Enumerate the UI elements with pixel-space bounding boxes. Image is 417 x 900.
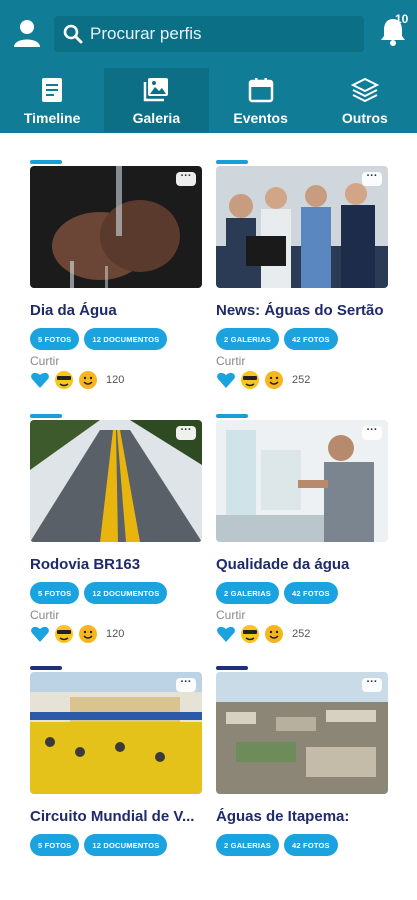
card-accent (216, 160, 248, 164)
card-tags: 5 FOTOS 12 DOCUMENTOS (30, 834, 168, 856)
tag-pill[interactable]: 2 GALERIAS (216, 328, 280, 350)
tab-label: Eventos (233, 110, 288, 126)
search-icon (63, 24, 83, 44)
card-title[interactable]: Dia da Água (30, 302, 202, 319)
more-options-button[interactable]: ··· (362, 425, 382, 440)
tag-pill[interactable]: 2 GALERIAS (216, 582, 280, 604)
cool-face-icon[interactable] (54, 370, 74, 390)
card-title[interactable]: Águas de Itapema: (216, 808, 388, 825)
calendar-icon (248, 78, 273, 103)
tag-pill[interactable]: 2 GALERIAS (216, 834, 280, 856)
like-label[interactable]: Curtir (216, 608, 245, 622)
more-options-button[interactable]: ··· (362, 171, 382, 186)
user-icon[interactable] (12, 18, 42, 48)
reactions-row: 120 (30, 624, 124, 644)
smile-face-icon[interactable] (78, 370, 98, 390)
card-tags: 5 FOTOS 12 DOCUMENTOS (30, 582, 168, 604)
cool-face-icon[interactable] (240, 624, 260, 644)
tag-pill[interactable]: 12 DOCUMENTOS (84, 582, 168, 604)
tag-pill[interactable]: 12 DOCUMENTOS (84, 834, 168, 856)
like-label[interactable]: Curtir (216, 354, 245, 368)
card-tags: 2 GALERIAS 42 FOTOS (216, 328, 338, 350)
card-photo[interactable]: ··· (30, 672, 202, 794)
reaction-count: 120 (106, 374, 125, 386)
smile-face-icon[interactable] (264, 624, 284, 644)
more-options-button[interactable]: ··· (362, 677, 382, 692)
tag-pill[interactable]: 5 FOTOS (30, 328, 80, 350)
card-title[interactable]: Circuito Mundial de V... (30, 808, 202, 825)
heart-icon[interactable] (216, 370, 236, 390)
smile-face-icon[interactable] (78, 624, 98, 644)
card-photo[interactable]: ··· (216, 420, 388, 542)
reactions-row: 252 (216, 624, 310, 644)
tab-label: Outros (341, 110, 388, 126)
reactions-row: 252 (216, 370, 310, 390)
like-label[interactable]: Curtir (30, 354, 59, 368)
card-photo[interactable]: ··· (216, 166, 388, 288)
card-accent (30, 160, 62, 164)
tag-pill[interactable]: 42 FOTOS (284, 582, 338, 604)
tag-pill[interactable]: 5 FOTOS (30, 582, 80, 604)
document-icon (42, 78, 63, 102)
tab-label: Timeline (23, 110, 81, 126)
image-icon (144, 78, 169, 102)
card-tags: 5 FOTOS 12 DOCUMENTOS (30, 328, 168, 350)
heart-icon[interactable] (30, 624, 50, 644)
more-options-button[interactable]: ··· (176, 425, 196, 440)
card-accent (30, 414, 62, 418)
tab-eventos[interactable]: Eventos (209, 68, 313, 132)
card-accent (30, 666, 62, 670)
reaction-count: 120 (106, 628, 125, 640)
card-tags: 2 GALERIAS 42 FOTOS (216, 834, 338, 856)
tag-pill[interactable]: 42 FOTOS (284, 834, 338, 856)
tab-bar: Timeline Galeria Eventos Outros (0, 68, 417, 132)
tab-timeline[interactable]: Timeline (0, 68, 104, 132)
more-options-button[interactable]: ··· (176, 677, 196, 692)
search-input[interactable] (90, 24, 350, 44)
more-options-button[interactable]: ··· (176, 171, 196, 186)
card-accent (216, 666, 248, 670)
card-photo[interactable]: ··· (30, 166, 202, 288)
card-accent (216, 414, 248, 418)
tag-pill[interactable]: 5 FOTOS (30, 834, 80, 856)
cool-face-icon[interactable] (240, 370, 260, 390)
tag-pill[interactable]: 12 DOCUMENTOS (84, 328, 168, 350)
app-header: 10 Timeline Galeria (0, 0, 417, 133)
reactions-row: 120 (30, 370, 124, 390)
layers-icon (350, 77, 379, 103)
cool-face-icon[interactable] (54, 624, 74, 644)
card-title[interactable]: Qualidade da água (216, 556, 388, 573)
card-photo[interactable]: ··· (30, 420, 202, 542)
card-tags: 2 GALERIAS 42 FOTOS (216, 582, 338, 604)
search-bar[interactable] (54, 16, 364, 52)
like-label[interactable]: Curtir (30, 608, 59, 622)
tab-label: Galeria (132, 110, 181, 126)
smile-face-icon[interactable] (264, 370, 284, 390)
heart-icon[interactable] (30, 370, 50, 390)
tab-outros[interactable]: Outros (313, 68, 417, 132)
notification-count-badge: 10 (395, 12, 409, 26)
card-photo[interactable]: ··· (216, 672, 388, 794)
card-title[interactable]: Rodovia BR163 (30, 556, 202, 573)
reaction-count: 252 (292, 628, 311, 640)
tab-galeria[interactable]: Galeria (104, 68, 209, 132)
heart-icon[interactable] (216, 624, 236, 644)
tag-pill[interactable]: 42 FOTOS (284, 328, 338, 350)
card-title[interactable]: News: Águas do Sertão (216, 302, 388, 319)
reaction-count: 252 (292, 374, 311, 386)
